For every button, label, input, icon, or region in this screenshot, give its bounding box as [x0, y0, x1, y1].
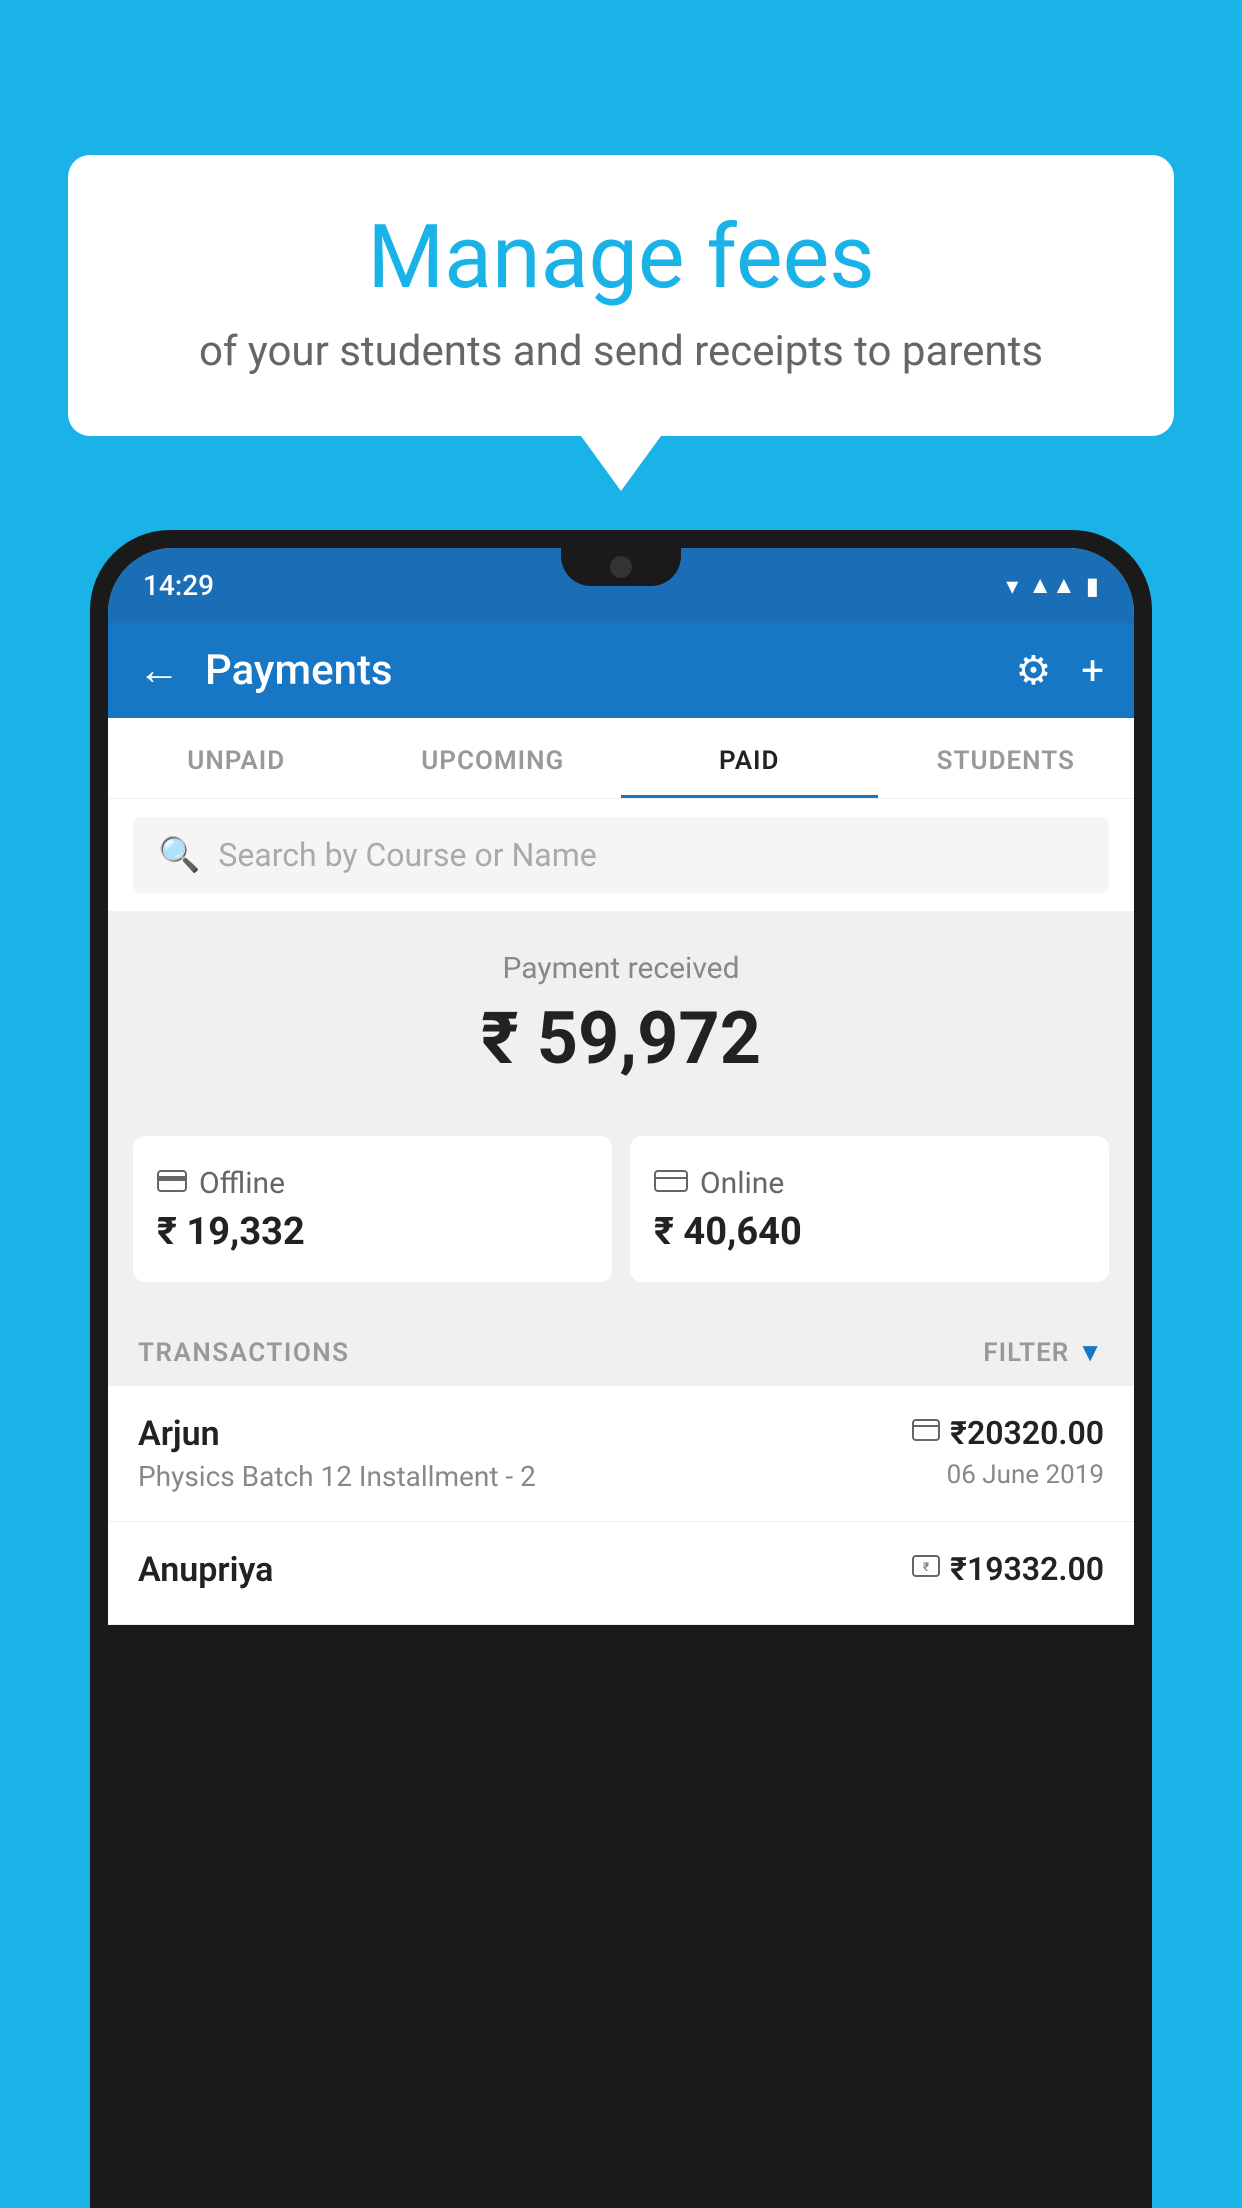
- transaction-name: Arjun: [138, 1414, 912, 1454]
- transaction-right: ₹20320.00 06 June 2019: [912, 1414, 1104, 1490]
- tab-upcoming[interactable]: UPCOMING: [365, 718, 622, 798]
- transactions-label: TRANSACTIONS: [138, 1338, 350, 1368]
- search-box[interactable]: 🔍 Search by Course or Name: [133, 817, 1109, 893]
- svg-text:₹: ₹: [923, 1560, 929, 1574]
- online-card-top: Online: [654, 1164, 784, 1202]
- online-card: Online ₹ 40,640: [630, 1136, 1109, 1282]
- payment-received-section: Payment received ₹ 59,972: [108, 911, 1134, 1136]
- offline-amount: ₹ 19,332: [157, 1210, 305, 1254]
- phone-inner: 14:29 ▾ ▲▲ ▮ ← Payments ⚙ + UNPAID UPCOM…: [108, 548, 1134, 1625]
- transactions-header: TRANSACTIONS FILTER ▼: [108, 1312, 1134, 1386]
- tab-paid[interactable]: PAID: [621, 718, 878, 798]
- status-icons: ▾ ▲▲ ▮: [1006, 571, 1099, 600]
- transaction-left-2: Anupriya: [138, 1550, 912, 1596]
- app-header: ← Payments ⚙ +: [108, 623, 1134, 718]
- search-icon: 🔍: [158, 835, 200, 875]
- filter-button[interactable]: FILTER ▼: [983, 1337, 1104, 1368]
- payment-method-icon-2: ₹: [912, 1554, 940, 1584]
- notch: [561, 548, 681, 586]
- transaction-amount-row: ₹20320.00: [912, 1414, 1104, 1452]
- wifi-icon: ▾: [1006, 572, 1018, 600]
- offline-card-top: Offline: [157, 1164, 285, 1202]
- header-icons: ⚙ +: [1015, 647, 1104, 694]
- offline-card: Offline ₹ 19,332: [133, 1136, 612, 1282]
- online-amount: ₹ 40,640: [654, 1210, 802, 1254]
- phone-frame: 14:29 ▾ ▲▲ ▮ ← Payments ⚙ + UNPAID UPCOM…: [90, 530, 1152, 2208]
- transaction-name-2: Anupriya: [138, 1550, 912, 1590]
- offline-label: Offline: [199, 1166, 285, 1201]
- status-time: 14:29: [143, 569, 214, 602]
- payment-amount: ₹ 59,972: [138, 996, 1104, 1081]
- transaction-amount: ₹20320.00: [950, 1414, 1104, 1452]
- payment-received-label: Payment received: [138, 951, 1104, 986]
- tab-students[interactable]: STUDENTS: [878, 718, 1135, 798]
- add-icon[interactable]: +: [1081, 647, 1104, 694]
- battery-icon: ▮: [1086, 572, 1099, 600]
- payment-method-icon: [912, 1418, 940, 1448]
- status-bar: 14:29 ▾ ▲▲ ▮: [108, 548, 1134, 623]
- online-icon: [654, 1164, 688, 1202]
- transaction-right-2: ₹ ₹19332.00: [912, 1550, 1104, 1588]
- search-container: 🔍 Search by Course or Name: [108, 799, 1134, 911]
- transaction-amount-2: ₹19332.00: [950, 1550, 1104, 1588]
- transaction-amount-row-2: ₹ ₹19332.00: [912, 1550, 1104, 1588]
- back-button[interactable]: ←: [138, 646, 180, 695]
- settings-icon[interactable]: ⚙: [1015, 647, 1051, 694]
- offline-icon: [157, 1164, 187, 1202]
- transaction-row: Arjun Physics Batch 12 Installment - 2 ₹…: [108, 1386, 1134, 1522]
- camera-dot: [610, 556, 632, 578]
- speech-bubble-subtitle: of your students and send receipts to pa…: [128, 327, 1114, 376]
- transaction-row-2: Anupriya ₹ ₹19332.00: [108, 1522, 1134, 1625]
- online-label: Online: [700, 1166, 784, 1201]
- speech-bubble-title: Manage fees: [128, 210, 1114, 307]
- search-input[interactable]: Search by Course or Name: [218, 836, 596, 874]
- speech-bubble: Manage fees of your students and send re…: [68, 155, 1174, 436]
- filter-icon: ▼: [1077, 1337, 1104, 1368]
- transaction-left: Arjun Physics Batch 12 Installment - 2: [138, 1414, 912, 1493]
- tabs-bar: UNPAID UPCOMING PAID STUDENTS: [108, 718, 1134, 799]
- cards-row: Offline ₹ 19,332 Online ₹ 40,640: [108, 1136, 1134, 1312]
- tab-unpaid[interactable]: UNPAID: [108, 718, 365, 798]
- speech-bubble-arrow: [581, 436, 661, 491]
- page-title: Payments: [205, 646, 990, 695]
- transaction-course: Physics Batch 12 Installment - 2: [138, 1460, 912, 1493]
- filter-label: FILTER: [983, 1338, 1069, 1368]
- speech-bubble-wrapper: Manage fees of your students and send re…: [68, 155, 1174, 491]
- transaction-date: 06 June 2019: [947, 1460, 1104, 1490]
- signal-icon: ▲▲: [1028, 571, 1076, 600]
